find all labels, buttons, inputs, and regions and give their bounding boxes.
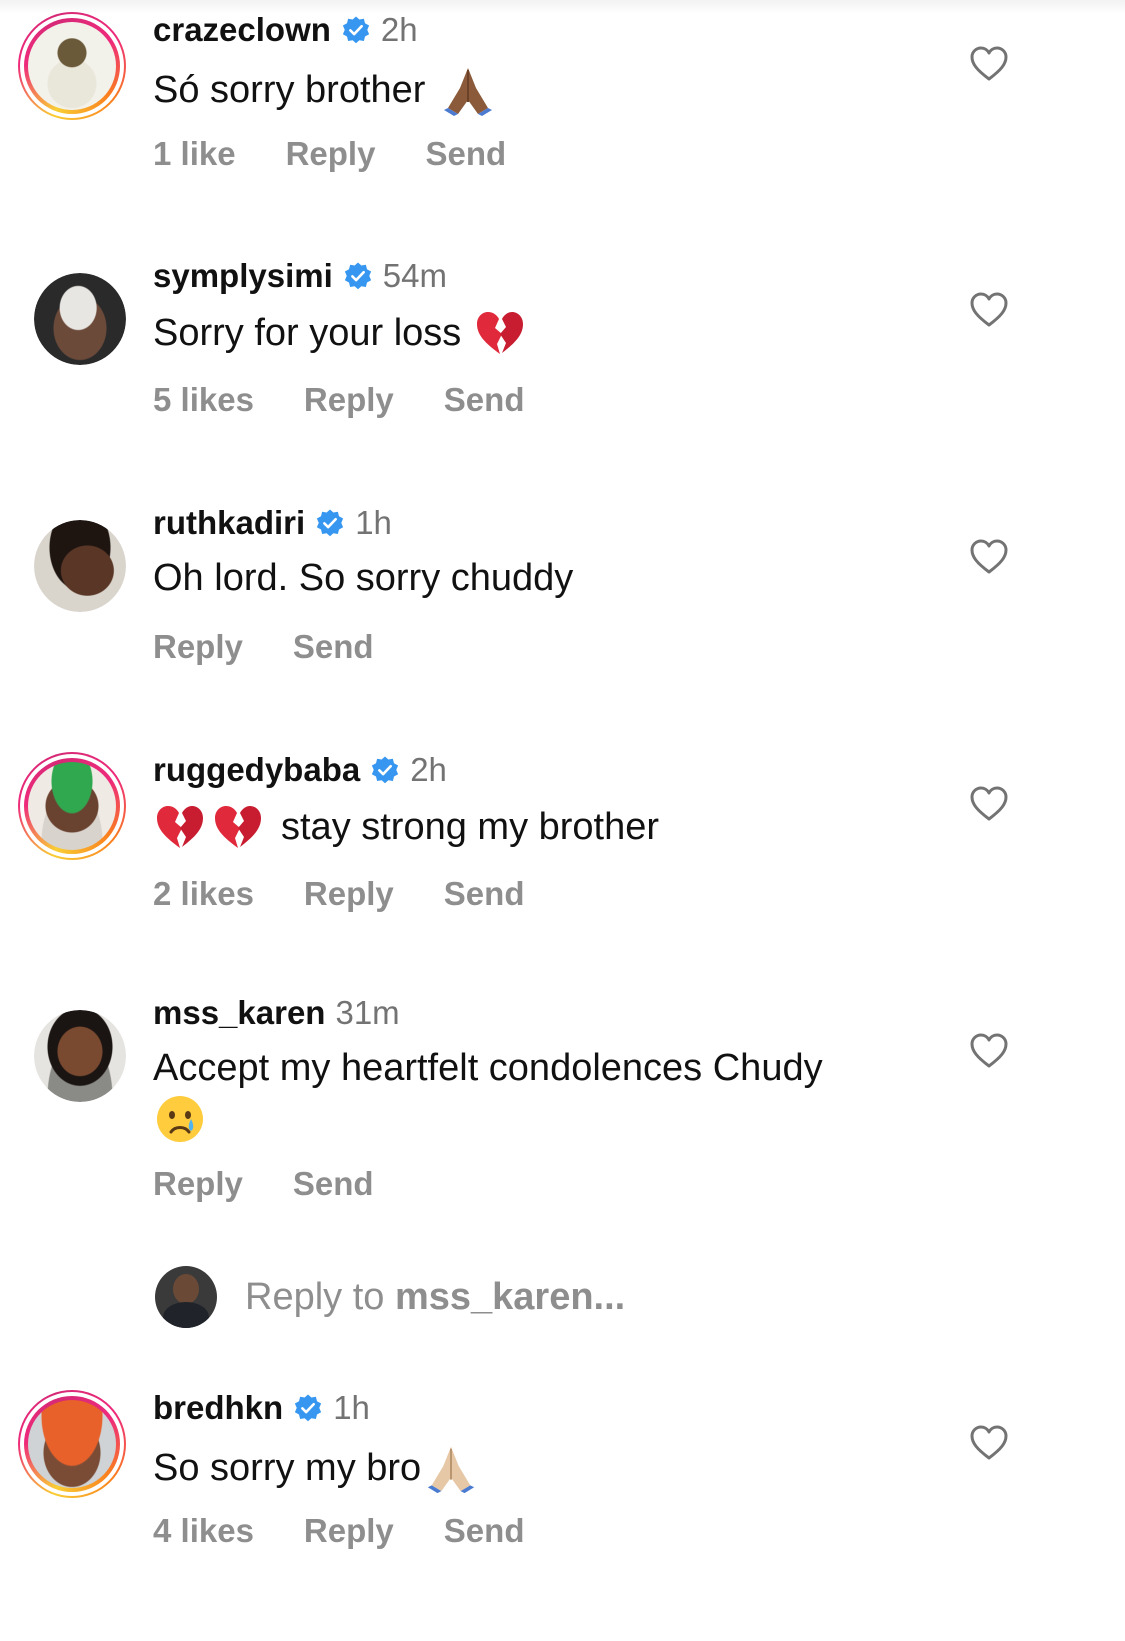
comment-text: Accept my heartfelt condolences Chudy [153, 1047, 823, 1089]
like-count[interactable]: 4 likes [153, 1512, 254, 1550]
comment-text: Só sorry brother [153, 68, 426, 111]
comment-text: stay strong my brother [281, 805, 660, 848]
avatar-ruthkadiri[interactable] [34, 520, 126, 612]
username[interactable]: ruggedybaba [153, 751, 360, 789]
avatar-mss-karen[interactable] [34, 1010, 126, 1102]
send-button[interactable]: Send [293, 1165, 374, 1203]
folded-hands-emoji [444, 68, 493, 116]
reply-button[interactable]: Reply [304, 381, 394, 419]
crying-face-emoji [157, 1096, 203, 1142]
like-count[interactable]: 1 like [153, 135, 236, 173]
current-user-avatar [155, 1266, 217, 1328]
timestamp: 1h [333, 1389, 370, 1426]
heart-outline-icon[interactable] [970, 539, 1008, 575]
broken-heart-emoji [215, 806, 261, 848]
heart-outline-icon[interactable] [970, 786, 1008, 822]
timestamp: 31m [335, 994, 400, 1031]
like-count[interactable]: 5 likes [153, 381, 254, 419]
username[interactable]: ruthkadiri [153, 504, 305, 542]
heart-outline-icon[interactable] [970, 1425, 1008, 1461]
avatar-ruggedybaba[interactable] [18, 752, 126, 860]
comment-text: So sorry my bro [153, 1446, 422, 1489]
reply-button[interactable]: Reply [304, 875, 394, 913]
avatar-bredhkn[interactable] [18, 1390, 126, 1498]
folded-hands-emoji [427, 1446, 475, 1494]
timestamp: 2h [410, 751, 447, 788]
verified-badge-icon [372, 756, 399, 784]
send-button[interactable]: Send [444, 381, 525, 419]
timestamp: 1h [355, 504, 392, 541]
heart-outline-icon[interactable] [970, 292, 1008, 328]
username[interactable]: crazeclown [153, 11, 331, 49]
reply-input[interactable]: Reply to mss_karen... [155, 1266, 625, 1328]
comment-text: Oh lord. So sorry chuddy [153, 557, 574, 599]
reply-button[interactable]: Reply [286, 135, 376, 173]
avatar-crazeclown[interactable] [18, 12, 126, 120]
comment-text: Sorry for your loss [153, 311, 462, 354]
heart-outline-icon[interactable] [970, 1033, 1008, 1069]
broken-heart-emoji [157, 806, 203, 848]
like-count[interactable]: 2 likes [153, 875, 254, 913]
verified-badge-icon [317, 509, 344, 537]
username[interactable]: symplysimi [153, 257, 333, 295]
username[interactable]: bredhkn [153, 1389, 283, 1427]
reply-button[interactable]: Reply [153, 1165, 243, 1203]
timestamp: 54m [382, 257, 447, 294]
broken-heart-emoji [477, 312, 524, 354]
reply-placeholder-prefix: Reply to [245, 1275, 395, 1318]
reply-placeholder-target: mss_karen... [394, 1275, 626, 1318]
send-button[interactable]: Send [293, 628, 374, 666]
timestamp: 2h [380, 11, 418, 48]
verified-badge-icon [344, 262, 371, 290]
reply-button[interactable]: Reply [304, 1512, 394, 1550]
send-button[interactable]: Send [425, 135, 506, 173]
username[interactable]: mss_karen [153, 994, 325, 1032]
verified-badge-icon [342, 16, 370, 44]
avatar-symplysimi[interactable] [34, 273, 126, 365]
heart-outline-icon[interactable] [970, 46, 1008, 82]
reply-button[interactable]: Reply [153, 628, 243, 666]
verified-badge-icon [295, 1394, 322, 1422]
send-button[interactable]: Send [444, 1512, 525, 1550]
send-button[interactable]: Send [444, 875, 525, 913]
